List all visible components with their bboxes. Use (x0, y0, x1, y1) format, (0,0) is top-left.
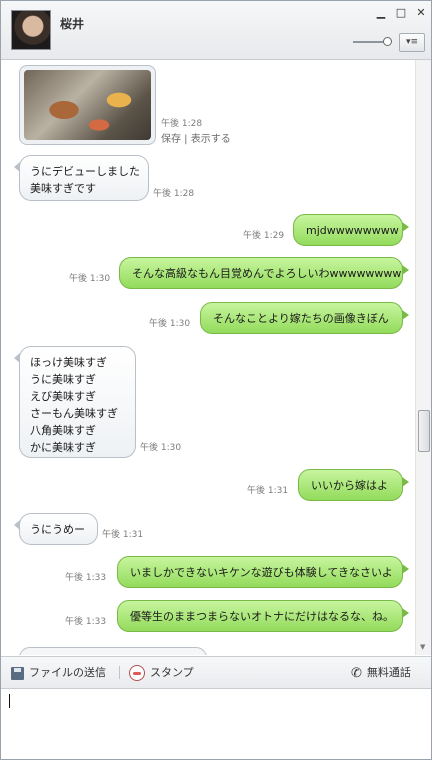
photo-actions[interactable]: 保存 | 表示する (161, 130, 231, 145)
close-button[interactable]: ✕ (415, 7, 427, 19)
message-time: 午後 1:28 (161, 119, 203, 129)
outgoing-message[interactable]: いいから嫁はよ (298, 469, 409, 501)
incoming-message[interactable]: うにデビューしました 美味すぎです (14, 155, 149, 201)
outgoing-message[interactable]: そんなことより嫁たちの画像きぼん (200, 302, 409, 334)
message-time: 午後 1:33 (65, 617, 107, 627)
message-input[interactable] (1, 689, 431, 759)
floppy-disk-icon (11, 666, 24, 680)
toolbar-divider (119, 666, 120, 679)
incoming-message[interactable]: ほっけ美味すぎ うに美味すぎ えび美味すぎ さーもん美味すぎ 八角美味すぎ かに… (14, 346, 136, 458)
file-send-button[interactable]: ファイルの送信 (11, 664, 106, 680)
outgoing-message[interactable]: そんな高級なもん目覚めんでよろしいわwwwwwwww (119, 257, 409, 289)
maximize-button[interactable]: □ (395, 7, 407, 19)
opacity-slider[interactable] (353, 37, 392, 46)
message-time: 午後 1:30 (149, 319, 191, 329)
message-time: 午後 1:31 (247, 486, 289, 496)
partial-bubble (19, 647, 207, 655)
file-send-label: ファイルの送信 (29, 666, 106, 679)
scroll-down-arrow[interactable]: ▼ (420, 643, 425, 651)
message-list: 午後 1:28 保存 | 表示する うにデビューしました 美味すぎです 午後 1:… (1, 60, 415, 655)
scrollbar-thumb[interactable] (418, 410, 430, 452)
contact-name: 桜井 (60, 17, 85, 31)
outgoing-message[interactable]: いましかできないキケンな遊びも体験してきなさいよ (117, 556, 409, 588)
outgoing-message[interactable]: 優等生のままつまらないオトナにだけはなるな、ね。 (117, 600, 409, 632)
free-call-button[interactable]: ✆ 無料通話 (351, 664, 411, 681)
chat-header: 桜井 ▁ □ ✕ ▾≡ (1, 1, 431, 60)
chat-scrollbar[interactable]: ▼ (415, 60, 431, 655)
incoming-message[interactable]: うにうめー (14, 513, 98, 545)
minimize-button[interactable]: ▁ (375, 7, 387, 19)
message-time: 午後 1:31 (102, 530, 144, 540)
message-time: 午後 1:30 (69, 274, 111, 284)
message-time: 午後 1:29 (243, 231, 285, 241)
stamp-button[interactable]: スタンプ (129, 664, 194, 681)
input-toolbar: ファイルの送信 スタンプ ✆ 無料通話 (1, 656, 431, 689)
slider-knob[interactable] (383, 37, 392, 46)
phone-icon: ✆ (351, 665, 362, 681)
outgoing-message[interactable]: mjdwwwwwwww (293, 214, 409, 246)
stamp-icon (129, 665, 145, 681)
free-call-label: 無料通話 (366, 666, 411, 679)
text-caret (9, 694, 10, 708)
chat-window: 桜井 ▁ □ ✕ ▾≡ 午後 1:28 保存 | 表示する うにデビューしました… (0, 0, 432, 760)
message-time: 午後 1:30 (140, 443, 182, 453)
message-time: 午後 1:33 (65, 573, 107, 583)
avatar[interactable] (11, 10, 51, 50)
stamp-label: スタンプ (150, 666, 194, 679)
message-time: 午後 1:28 (153, 189, 195, 199)
food-photo[interactable] (24, 70, 151, 140)
photo-message[interactable] (19, 65, 156, 145)
chat-menu-button[interactable]: ▾≡ (399, 33, 425, 52)
